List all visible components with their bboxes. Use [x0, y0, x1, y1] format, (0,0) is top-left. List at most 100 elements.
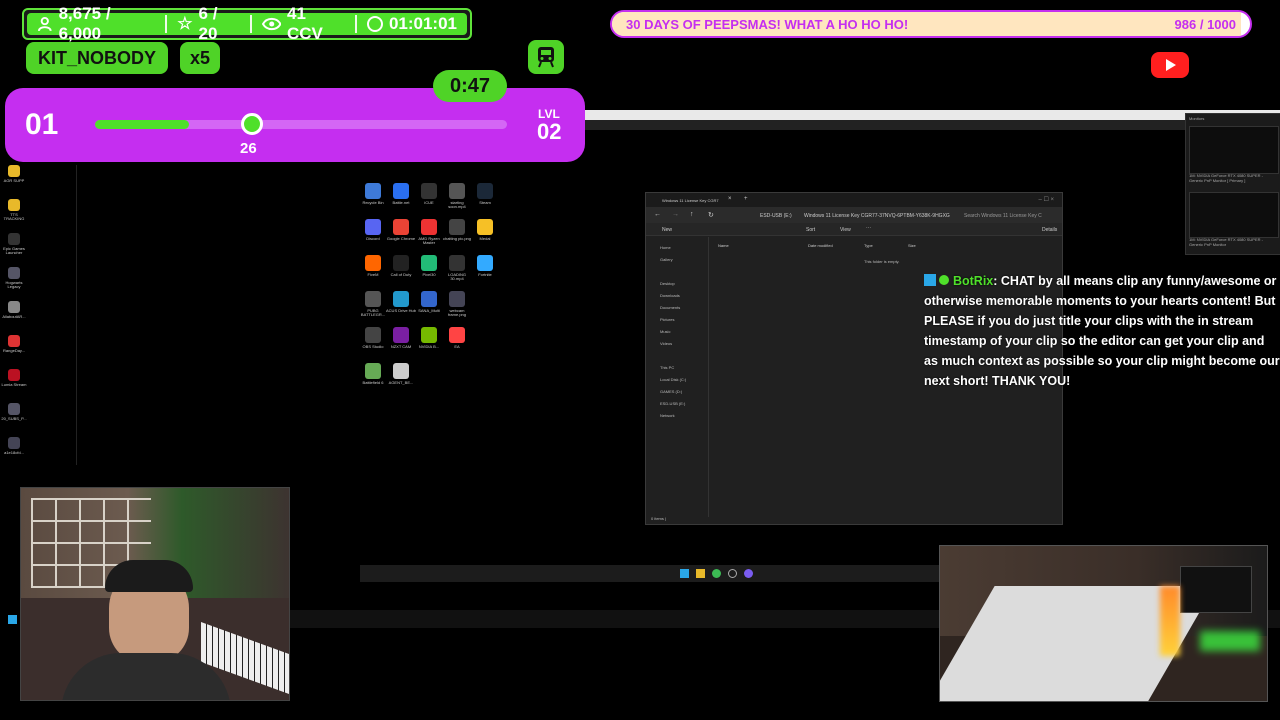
- desktop-icon[interactable]: NVIDIA B...: [414, 327, 444, 349]
- desktop-icon[interactable]: Discord: [358, 219, 388, 241]
- followers-value: 8,675 / 6,000: [58, 4, 111, 43]
- app-icon: [421, 327, 437, 343]
- desktop-icon[interactable]: Pixel30: [414, 255, 444, 277]
- captured-window-bar: [585, 120, 1280, 130]
- desktop-icon[interactable]: Lumia Stream: [0, 369, 28, 387]
- desktop-icon[interactable]: OBS Studio: [358, 327, 388, 349]
- desktop-icon[interactable]: LOADING 30.mp4: [442, 255, 472, 282]
- desktop-icon[interactable]: AllaboutAR...: [0, 301, 28, 319]
- close-tab-icon[interactable]: ×: [728, 196, 732, 202]
- multiplier-badge: x5: [180, 42, 220, 74]
- explorer-taskbar-icon[interactable]: [696, 569, 705, 578]
- desktop-icon[interactable]: Steam: [470, 183, 500, 205]
- desktop-icon[interactable]: webcam frame.png: [442, 291, 472, 318]
- viewer-name: KIT_NOBODY: [37, 47, 156, 68]
- windows-start-icon[interactable]: [8, 615, 17, 624]
- nav-item[interactable]: Downloads: [660, 293, 680, 298]
- nav-item[interactable]: Videos: [660, 341, 672, 346]
- app-icon: [8, 199, 20, 211]
- desktop-icon[interactable]: FiveM: [358, 255, 388, 277]
- desktop-icon[interactable]: ACUS Drive Hub: [386, 291, 416, 313]
- app-icon: [449, 255, 465, 271]
- app-icon: [8, 437, 20, 449]
- desktop-icon[interactable]: PUBG BATTLEGR...: [358, 291, 388, 318]
- desktop-icon[interactable]: AGENT_BE...: [386, 363, 416, 385]
- desktop-icon[interactable]: iCUE: [414, 183, 444, 205]
- desktop-icon[interactable]: AGR SUPP: [0, 165, 28, 183]
- verified-icon: [939, 275, 950, 285]
- desktop-icon[interactable]: Call of Duty: [386, 255, 416, 277]
- new-tab-icon[interactable]: +: [744, 196, 748, 202]
- up-icon[interactable]: ↑: [690, 211, 694, 218]
- current-level: 01: [25, 108, 59, 141]
- desktop-icon-label: AMD Ryzen Master: [418, 236, 440, 246]
- desktop-icon[interactable]: Battlefield 6: [358, 363, 388, 385]
- details-button[interactable]: Details: [1042, 227, 1057, 233]
- desktop-icon[interactable]: a1e18cfd...: [0, 437, 28, 455]
- desktop-icon[interactable]: 20_SUBS_P...: [0, 403, 28, 421]
- forward-icon[interactable]: →: [672, 211, 679, 218]
- desktop-icon-label: chatting pic.png: [442, 236, 472, 241]
- desktop-icon-label: 20_SUBS_P...: [1, 416, 27, 421]
- desktop-icon[interactable]: chatting pic.png: [442, 219, 472, 241]
- window-controls[interactable]: – ☐ ×: [1038, 196, 1054, 203]
- desktop-icon[interactable]: RangeDay...: [0, 335, 28, 353]
- eye-icon: [261, 17, 281, 31]
- rgb-lights: [1160, 586, 1180, 656]
- youtube-logo: [1151, 52, 1189, 78]
- nav-item[interactable]: Home: [660, 245, 671, 250]
- search-box[interactable]: Search Windows 11 License Key C: [964, 213, 1042, 219]
- desktop-icon[interactable]: Battle.net: [386, 183, 416, 205]
- nav-item[interactable]: ESD-USB (E:): [660, 401, 685, 406]
- new-button[interactable]: New: [662, 227, 672, 233]
- desktop-icon[interactable]: TTS TRACKING: [0, 199, 28, 222]
- level-progress-track: [95, 113, 507, 135]
- app-icon: [393, 327, 409, 343]
- nav-item[interactable]: Desktop: [660, 281, 675, 286]
- column-header[interactable]: Name: [718, 243, 729, 248]
- view-button[interactable]: View: [840, 227, 851, 233]
- start-icon[interactable]: [680, 569, 689, 578]
- nav-item[interactable]: Music: [660, 329, 670, 334]
- sort-button[interactable]: Sort: [806, 227, 815, 233]
- desktop-icon[interactable]: starting soon.mp4: [442, 183, 472, 210]
- app-icon: [449, 291, 465, 307]
- desktop-icon[interactable]: Google Chrome: [386, 219, 416, 241]
- desktop-icon[interactable]: Recycle Bin: [358, 183, 388, 205]
- settings-taskbar-icon[interactable]: [728, 569, 737, 578]
- goal-label: 30 DAYS OF PEEPSMAS! WHAT A HO HO HO!: [626, 17, 909, 32]
- nav-item[interactable]: Gallery: [660, 257, 673, 262]
- nav-item[interactable]: Network: [660, 413, 675, 418]
- address-path[interactable]: Windows 11 License Key CGR77-37NVQ-6PTBM…: [804, 213, 950, 219]
- drive-crumb[interactable]: ESD-USB (E:): [760, 213, 792, 219]
- chrome-taskbar-icon[interactable]: [712, 569, 721, 578]
- nav-item[interactable]: Documents: [660, 305, 680, 310]
- nav-item[interactable]: GAMES (D:): [660, 389, 682, 394]
- column-header[interactable]: Date modified: [808, 243, 833, 248]
- app-icon: [477, 219, 493, 235]
- column-header[interactable]: Size: [908, 243, 916, 248]
- back-icon[interactable]: ←: [654, 211, 661, 218]
- desktop-icon[interactable]: Epic Games Launcher: [0, 233, 28, 256]
- desktop-icon[interactable]: NZXT CAM: [386, 327, 416, 349]
- nav-item[interactable]: This PC: [660, 365, 674, 370]
- app-icon: [449, 219, 465, 235]
- column-header[interactable]: Type: [864, 243, 873, 248]
- desktop-icon[interactable]: SANA_Multi: [414, 291, 444, 313]
- app-icon: [8, 301, 20, 313]
- desktop-icon[interactable]: EA: [442, 327, 472, 349]
- desktop-icon[interactable]: Fortnite: [470, 255, 500, 277]
- desktop-icon[interactable]: AMD Ryzen Master: [414, 219, 444, 246]
- refresh-icon[interactable]: ↻: [708, 211, 714, 219]
- desktop-icon-label: SANA_Multi: [418, 308, 440, 313]
- desktop-icon[interactable]: Hogwarts Legacy: [0, 267, 28, 290]
- desktop-icon-label: TTS TRACKING: [3, 212, 25, 222]
- more-icon[interactable]: ···: [866, 225, 871, 231]
- explorer-tab[interactable]: Windows 11 License Key CGR7: [662, 198, 719, 203]
- obs-taskbar-icon[interactable]: [744, 569, 753, 578]
- nav-item[interactable]: Pictures: [660, 317, 674, 322]
- level-progress-value: 26: [240, 140, 257, 157]
- viewers-stat: 41 CCV: [252, 4, 355, 43]
- nav-item[interactable]: Local Disk (C:): [660, 377, 686, 382]
- desktop-icon[interactable]: Medal: [470, 219, 500, 241]
